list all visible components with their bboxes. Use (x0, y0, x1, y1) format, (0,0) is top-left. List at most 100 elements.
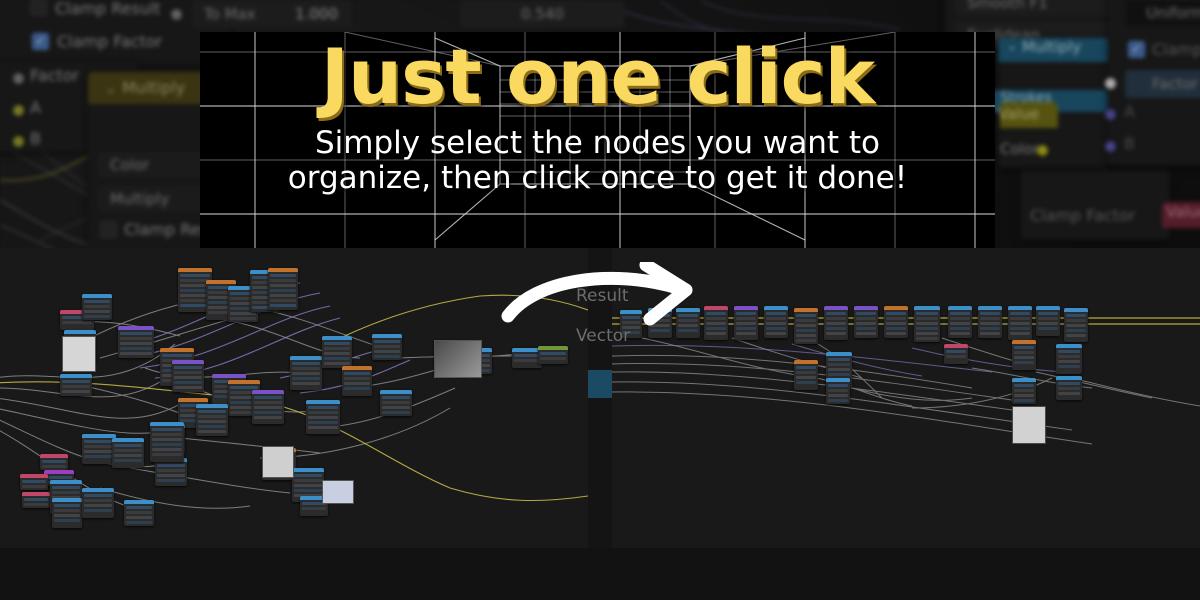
graph-node-row (796, 329, 816, 332)
graph-node[interactable] (118, 326, 154, 358)
checkbox-clamp-result[interactable] (30, 0, 47, 16)
graph-node-row (1058, 360, 1080, 363)
graph-node[interactable] (112, 438, 144, 468)
socket-to-max[interactable] (170, 8, 183, 21)
graph-node[interactable] (82, 488, 114, 518)
graph-node[interactable] (1012, 340, 1036, 370)
graph-node[interactable] (155, 458, 187, 486)
image-preview-node-low[interactable] (322, 480, 354, 504)
graph-node[interactable] (82, 294, 112, 320)
graph-node[interactable] (172, 360, 204, 392)
graph-node[interactable] (372, 334, 402, 360)
graph-node[interactable] (20, 474, 48, 490)
checkbox-clamp-right[interactable] (1128, 41, 1145, 58)
graph-node[interactable] (268, 268, 298, 310)
graph-node-row (826, 327, 846, 330)
graph-node[interactable] (794, 308, 818, 344)
ramp-preview-node[interactable] (434, 340, 482, 378)
socket-right-a[interactable] (1104, 108, 1117, 121)
graph-node-row (126, 506, 152, 509)
graph-node[interactable] (124, 500, 154, 526)
graph-node-header (764, 306, 788, 310)
graph-node[interactable] (380, 390, 412, 416)
field-value-0540[interactable]: 0.540 (460, 0, 625, 28)
graph-node[interactable] (1064, 308, 1088, 342)
graph-node[interactable] (1012, 378, 1036, 404)
graph-node-header (794, 360, 818, 364)
graph-node[interactable] (764, 306, 788, 338)
graph-node-row (294, 489, 322, 492)
graph-node[interactable] (22, 492, 50, 508)
socket-right-out[interactable] (1104, 77, 1117, 90)
graph-node[interactable] (252, 390, 284, 424)
graph-node[interactable] (734, 306, 758, 340)
socket-color-dot[interactable] (1036, 144, 1049, 157)
graph-node[interactable] (52, 498, 82, 528)
checkbox-clamp-factor[interactable] (32, 33, 49, 50)
graph-node[interactable] (826, 378, 850, 404)
image-preview-node-right[interactable] (1012, 406, 1046, 444)
graph-node[interactable] (978, 306, 1002, 338)
chevron-down-icon-right[interactable]: ⌄ (1006, 38, 1018, 54)
graph-node-row (344, 377, 370, 380)
graph-node-row (374, 355, 400, 358)
graph-node[interactable] (948, 306, 972, 338)
graph-node-row (796, 339, 816, 342)
graph-node[interactable] (944, 344, 968, 364)
graph-node-row (24, 503, 48, 506)
graph-node[interactable] (60, 374, 92, 396)
graph-node-row (856, 327, 876, 330)
graph-node-row (736, 312, 756, 315)
graph-node-row (84, 509, 112, 512)
graph-node-row (292, 372, 320, 375)
socket-b[interactable] (12, 135, 25, 148)
chevron-down-icon[interactable]: ⌄ (104, 78, 117, 97)
graph-node-row (980, 322, 1000, 325)
graph-node-header (1012, 378, 1036, 382)
socket-right-b[interactable] (1104, 140, 1117, 153)
graph-node-row (886, 312, 906, 315)
graph-node-row (174, 381, 202, 384)
graph-node[interactable] (322, 336, 352, 368)
graph-node-row (157, 469, 185, 472)
graph-node[interactable] (150, 422, 184, 462)
field-to-max[interactable]: To Max 1.000 (192, 0, 352, 28)
graph-node-row (826, 317, 846, 320)
graph-node-header (826, 378, 850, 382)
dropdown-smooth-f1[interactable]: Smooth F1 (955, 0, 1115, 16)
graph-node[interactable] (290, 356, 322, 390)
graph-node[interactable] (538, 346, 568, 364)
graph-node[interactable] (914, 306, 940, 342)
graph-node[interactable] (40, 454, 68, 470)
graph-node[interactable] (1056, 344, 1082, 374)
graph-node[interactable] (884, 306, 908, 338)
graph-node-row (826, 312, 846, 315)
graph-node-row (120, 337, 152, 340)
graph-node[interactable] (1036, 306, 1060, 336)
graph-node-row (152, 443, 182, 446)
graph-node[interactable] (82, 434, 116, 464)
graph-node[interactable] (824, 306, 848, 340)
checkbox-multiply-clamp-result[interactable] (100, 221, 117, 238)
socket-factor[interactable] (12, 72, 25, 85)
graph-node-row (980, 312, 1000, 315)
graph-node-row (796, 381, 816, 384)
graph-node[interactable] (342, 366, 372, 396)
screenshot-root: Clamp Result Clamp Factor Factor A B To … (0, 0, 1200, 600)
graph-node[interactable] (306, 400, 340, 434)
label-socket-value: Value (998, 105, 1040, 123)
graph-node-header (1008, 306, 1032, 310)
graph-node[interactable] (1056, 376, 1082, 400)
slider-factor[interactable]: Factor (1125, 70, 1200, 98)
graph-node[interactable] (196, 404, 228, 436)
field-to-max-value: 1.000 (295, 5, 338, 23)
dropdown-uniform[interactable]: Uniform (1126, 0, 1200, 26)
image-preview-node-left[interactable] (62, 336, 96, 372)
graph-node[interactable] (794, 360, 818, 390)
graph-node-row (52, 491, 80, 494)
graph-node[interactable] (1008, 306, 1032, 340)
graph-node[interactable] (854, 306, 878, 338)
image-preview-node-mid[interactable] (262, 446, 294, 478)
graph-node-row (62, 390, 90, 393)
socket-a[interactable] (12, 104, 25, 117)
